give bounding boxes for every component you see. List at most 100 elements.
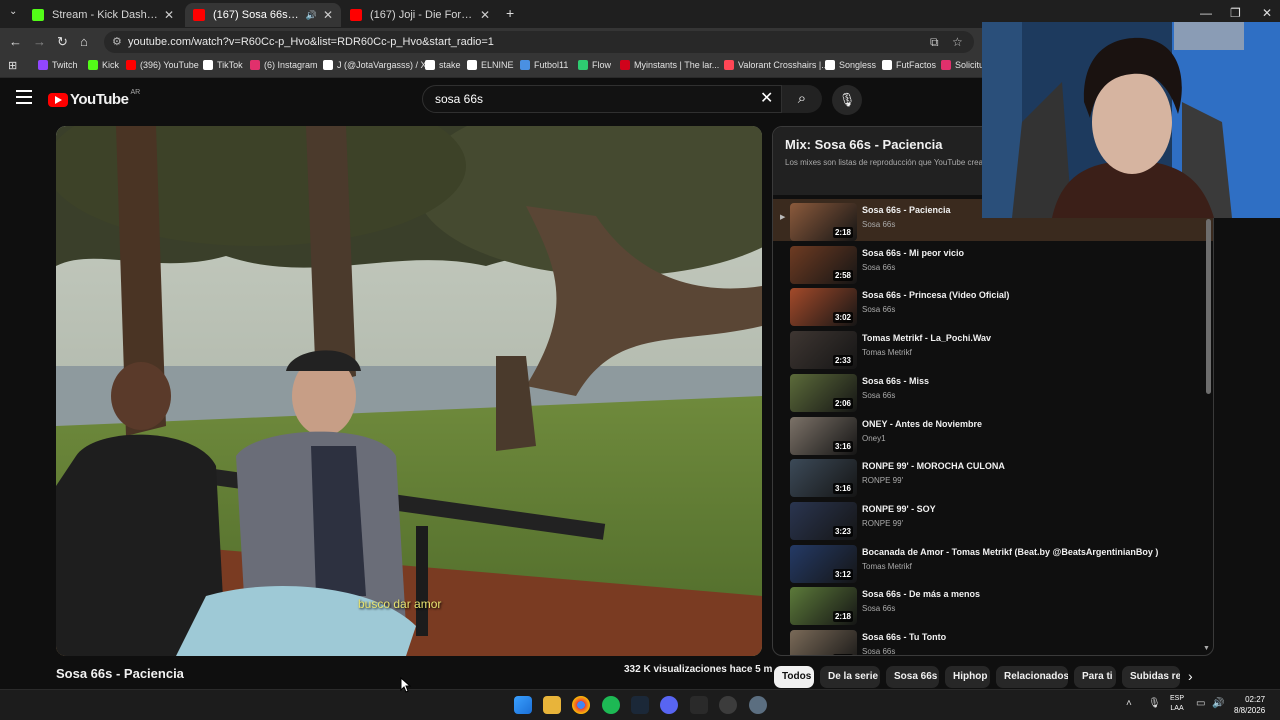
- playlist-thumbnail[interactable]: 3:16: [790, 459, 857, 498]
- filter-chip[interactable]: Subidas re: [1122, 666, 1180, 688]
- playlist-thumbnail[interactable]: 2:06: [790, 373, 857, 412]
- chrome-icon[interactable]: [572, 696, 590, 714]
- bookmark-item[interactable]: Kick: [88, 60, 119, 70]
- playlist-scrollbar[interactable]: [1206, 219, 1211, 394]
- playlist-thumbnail[interactable]: 2:18: [790, 587, 857, 626]
- filter-chip[interactable]: Hiphop: [945, 666, 990, 688]
- playlist-item-title[interactable]: Bocanada de Amor - Tomas Metrikf (Beat.b…: [862, 547, 1202, 557]
- playlist-item-title[interactable]: RONPE 99' - SOY: [862, 504, 1202, 514]
- apps-grid-icon[interactable]: ⊞: [8, 59, 17, 72]
- playlist-item[interactable]: 2:18 Sosa 66s - De más a menos Sosa 66s: [773, 583, 1213, 626]
- tab-audio-icon[interactable]: 🔊: [306, 10, 317, 21]
- spotify-icon[interactable]: [602, 696, 620, 714]
- playlist-item[interactable]: 3:16 ONEY - Antes de Noviembre Oney1: [773, 413, 1213, 455]
- tray-chevron-up-icon[interactable]: ˄: [1126, 698, 1132, 709]
- tab-kick-dashboard[interactable]: Stream - Kick Dashboard ✕: [24, 3, 182, 27]
- new-tab-plus-icon[interactable]: +: [506, 5, 514, 21]
- bookmark-item[interactable]: FutFactos: [882, 60, 936, 70]
- tab-close-icon[interactable]: ✕: [164, 8, 174, 22]
- epic-games-icon[interactable]: [690, 696, 708, 714]
- playlist-item-title[interactable]: Sosa 66s - Miss: [862, 376, 1202, 386]
- bookmark-item[interactable]: Twitch: [38, 60, 78, 70]
- tab-close-icon[interactable]: ✕: [323, 8, 333, 22]
- playlist-item[interactable]: 2:06 Sosa 66s - Miss Sosa 66s: [773, 370, 1213, 412]
- scroll-down-icon[interactable]: ▼: [1203, 645, 1210, 652]
- filter-chip[interactable]: Sosa 66s: [886, 666, 939, 688]
- playlist-item-title[interactable]: Sosa 66s - Tu Tonto: [862, 632, 1202, 642]
- obs-icon[interactable]: [719, 696, 737, 714]
- playlist-thumbnail[interactable]: 3:02: [790, 288, 857, 327]
- filter-chip[interactable]: De la serie: [820, 666, 880, 688]
- playlist-item[interactable]: 3:16 RONPE 99' - MOROCHA CULONA RONPE 99': [773, 455, 1213, 498]
- bookmark-item[interactable]: Songless: [825, 60, 876, 70]
- volume-icon[interactable]: 🔊: [1212, 698, 1224, 709]
- search-button[interactable]: ⌕: [782, 85, 822, 113]
- chips-next-icon[interactable]: ›: [1188, 668, 1193, 684]
- site-info-icon[interactable]: ⚙: [112, 31, 122, 53]
- playlist-thumbnail[interactable]: 2:58: [790, 245, 857, 284]
- window-close-icon[interactable]: ✕: [1262, 6, 1272, 20]
- forward-arrow-icon[interactable]: →: [33, 34, 46, 49]
- playlist-item[interactable]: 2:33 Tomas Metrikf - La_Pochi.Wav Tomas Me…: [773, 327, 1213, 370]
- bookmark-item[interactable]: Myinstants | The lar...: [620, 60, 719, 70]
- tab-close-icon[interactable]: ✕: [480, 8, 490, 22]
- bookmark-item[interactable]: Flow: [578, 60, 611, 70]
- tab-youtube-sosa[interactable]: (167) Sosa 66s - Paciencia - 🔊 ✕: [185, 3, 341, 27]
- playlist-item-title[interactable]: RONPE 99' - MOROCHA CULONA: [862, 461, 1202, 471]
- system-clock[interactable]: 02:27 8/8/2026: [1234, 694, 1265, 716]
- steam-icon[interactable]: [631, 696, 649, 714]
- playlist-thumbnail[interactable]: 3:01: [790, 630, 857, 655]
- playlist-item-title[interactable]: Sosa 66s - Princesa (Video Oficial): [862, 290, 1202, 300]
- restore-icon[interactable]: ❐: [1230, 6, 1241, 20]
- voice-search-button[interactable]: 🎙: [832, 85, 862, 115]
- settings-gear-icon[interactable]: [749, 696, 767, 714]
- home-icon[interactable]: ⌂: [80, 34, 88, 49]
- bookmark-item[interactable]: Futbol11: [520, 60, 568, 70]
- file-explorer-icon[interactable]: [543, 696, 561, 714]
- playlist-thumbnail[interactable]: 3:16: [790, 416, 857, 455]
- playlist-item[interactable]: 3:02 Sosa 66s - Princesa (Video Oficial) S…: [773, 284, 1213, 327]
- bookmark-item[interactable]: stake: [425, 60, 461, 70]
- bookmark-item[interactable]: J (@JotaVargasss) / X: [323, 60, 427, 70]
- bookmark-item[interactable]: (6) Instagram: [250, 60, 318, 70]
- video-player[interactable]: busco dar amor: [56, 126, 762, 656]
- tab-search-chevron-icon[interactable]: ⌄: [9, 6, 17, 17]
- playlist-item[interactable]: 3:01 Sosa 66s - Tu Tonto Sosa 66s: [773, 626, 1213, 655]
- playlist-thumbnail[interactable]: 3:12: [790, 544, 857, 583]
- hamburger-menu-icon[interactable]: [16, 90, 32, 104]
- playlist-item-title[interactable]: Sosa 66s - De más a menos: [862, 589, 1202, 599]
- bookmark-item[interactable]: Solicitu: [941, 60, 984, 70]
- playlist-item[interactable]: 3:23 RONPE 99' - SOY RONPE 99': [773, 498, 1213, 540]
- youtube-logo[interactable]: YouTube AR: [48, 89, 140, 108]
- discord-icon[interactable]: [660, 696, 678, 714]
- reload-icon[interactable]: ↻: [57, 34, 68, 50]
- address-bar[interactable]: ⚙ youtube.com/watch?v=R60Cc-p_Hvo&list=R…: [104, 31, 974, 53]
- bookmark-item[interactable]: (396) YouTube: [126, 60, 199, 70]
- filter-chip[interactable]: Para ti: [1074, 666, 1116, 688]
- playlist-item[interactable]: 2:58 Sosa 66s - Mi peor vicio Sosa 66s: [773, 242, 1213, 284]
- clear-search-icon[interactable]: ✕: [760, 88, 773, 108]
- playlist-item-title[interactable]: Sosa 66s - Mi peor vicio: [862, 248, 1202, 258]
- tray-microphone-icon[interactable]: 🎙: [1148, 698, 1161, 709]
- playlist-title[interactable]: Mix: Sosa 66s - Paciencia: [785, 137, 943, 152]
- search-input[interactable]: sosa 66s: [422, 85, 782, 113]
- playlist-thumbnail[interactable]: 2:33: [790, 331, 857, 370]
- back-arrow-icon[interactable]: ←: [9, 34, 22, 49]
- bookmark-item[interactable]: ELNINE: [467, 60, 514, 70]
- bookmark-star-icon[interactable]: ☆: [952, 31, 963, 53]
- filter-chip[interactable]: Todos: [774, 666, 814, 688]
- filter-chip[interactable]: Relacionados: [996, 666, 1068, 688]
- bookmark-item[interactable]: TikTok: [203, 60, 243, 70]
- playlist-item[interactable]: 3:12 Bocanada de Amor - Tomas Metrikf (Be…: [773, 541, 1213, 583]
- playlist-item-title[interactable]: Tomas Metrikf - La_Pochi.Wav: [862, 333, 1202, 343]
- playlist-thumbnail[interactable]: 3:23: [790, 501, 857, 540]
- playlist-item-title[interactable]: ONEY - Antes de Noviembre: [862, 419, 1202, 429]
- network-icon[interactable]: ▭: [1196, 698, 1205, 709]
- windows-start-icon[interactable]: [514, 696, 532, 714]
- playlist-thumbnail[interactable]: 2:18: [790, 203, 857, 241]
- minimize-icon[interactable]: —: [1200, 6, 1212, 20]
- language-indicator[interactable]: ESP LAA: [1170, 694, 1184, 714]
- tab-youtube-joji[interactable]: (167) Joji - Die For You - YouTu ✕: [342, 3, 498, 27]
- bookmark-item[interactable]: Valorant Crosshairs |...: [724, 60, 829, 70]
- install-app-icon[interactable]: ⧉: [930, 31, 939, 53]
